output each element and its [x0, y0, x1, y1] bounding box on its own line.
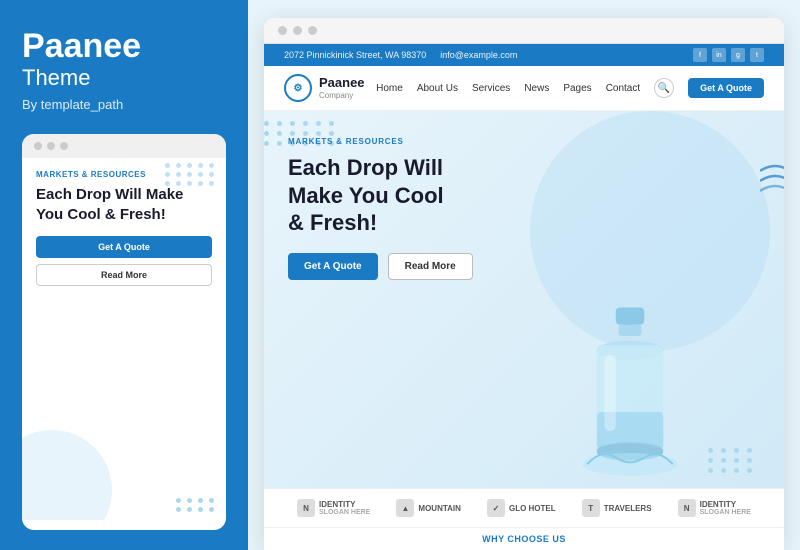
- mobile-topbar: [22, 134, 226, 158]
- topbar-address: 2072 Pinnickinick Street, WA 98370: [284, 50, 426, 60]
- hero-section: MARKETS & RESOURCES Each Drop Will Make …: [264, 111, 784, 488]
- mobile-preview-card: MARKETS & RESOURCES Each Drop Will Make …: [22, 134, 226, 530]
- dot1: [34, 142, 42, 150]
- partner-icon-3: ✓: [487, 499, 505, 517]
- nav-quote-button[interactable]: Get A Quote: [688, 78, 764, 98]
- brand-title: Paanee: [22, 28, 226, 65]
- mp-dots-bg: [165, 163, 216, 186]
- nav-home[interactable]: Home: [376, 83, 403, 94]
- partner-icon-4: T: [582, 499, 600, 517]
- logos-strip: N IDENTITYSLOGAN HERE ▲ MOUNTAIN ✓ GLO H…: [264, 488, 784, 527]
- left-panel: Paanee Theme By template_path MARKETS & …: [0, 0, 248, 550]
- partner-icon-5: N: [678, 499, 696, 517]
- right-panel: 2072 Pinnickinick Street, WA 98370 info@…: [248, 0, 800, 550]
- hero-headline-line2: Make You Cool: [288, 183, 444, 208]
- dot3: [60, 142, 68, 150]
- partner-logo-4: T TRAVELERS: [582, 499, 652, 517]
- mp-circle-decoration: [22, 430, 112, 520]
- social-in-icon[interactable]: in: [712, 48, 726, 62]
- partner-logo-2: ▲ MOUNTAIN: [396, 499, 461, 517]
- topbar-left: 2072 Pinnickinick Street, WA 98370 info@…: [284, 50, 517, 60]
- dot2: [47, 142, 55, 150]
- why-choose-section: WHY CHOOSE US: [264, 527, 784, 550]
- mp-headline: Each Drop Will Make You Cool & Fresh!: [36, 185, 212, 224]
- logo-brand-name: Paanee: [319, 76, 365, 90]
- water-bottle-image: [565, 298, 695, 488]
- hero-headline-line3: & Fresh!: [288, 210, 377, 235]
- mp-read-button[interactable]: Read More: [36, 264, 212, 286]
- mobile-body: MARKETS & RESOURCES Each Drop Will Make …: [22, 158, 226, 520]
- partner-icon-1: N: [297, 499, 315, 517]
- hero-content-left: MARKETS & RESOURCES Each Drop Will Make …: [288, 131, 500, 488]
- browser-dot1: [278, 26, 287, 35]
- topbar-email: info@example.com: [440, 50, 517, 60]
- partner-logo-1: N IDENTITYSLOGAN HERE: [297, 499, 370, 517]
- social-tw-icon[interactable]: t: [750, 48, 764, 62]
- logo-icon: ⚙: [284, 74, 312, 102]
- wave-decoration: [760, 161, 784, 206]
- hero-illustration: [500, 131, 760, 488]
- nav-about[interactable]: About Us: [417, 83, 458, 94]
- site-topbar: 2072 Pinnickinick Street, WA 98370 info@…: [264, 44, 784, 66]
- social-g-icon[interactable]: g: [731, 48, 745, 62]
- browser-dot3: [308, 26, 317, 35]
- nav-pages[interactable]: Pages: [563, 83, 591, 94]
- logo-brand-sub: Company: [319, 91, 365, 100]
- mp-dots-bottom: [176, 498, 216, 512]
- nav-news[interactable]: News: [524, 83, 549, 94]
- hero-markets-label: MARKETS & RESOURCES: [288, 137, 500, 146]
- logo-text-block: Paanee Company: [319, 76, 365, 99]
- brand-by: By template_path: [22, 97, 226, 112]
- hero-dots-bottomright: [708, 448, 755, 473]
- social-fb-icon[interactable]: f: [693, 48, 707, 62]
- hero-buttons: Get A Quote Read More: [288, 253, 500, 280]
- browser-dot2: [293, 26, 302, 35]
- nav-contact[interactable]: Contact: [606, 83, 640, 94]
- search-button[interactable]: 🔍: [654, 78, 674, 98]
- partner-icon-2: ▲: [396, 499, 414, 517]
- hero-headline-line1: Each Drop Will: [288, 155, 443, 180]
- hero-quote-button[interactable]: Get A Quote: [288, 253, 378, 280]
- brand-subtitle: Theme: [22, 65, 226, 91]
- topbar-right: f in g t: [693, 48, 764, 62]
- partner-logo-5: N IDENTITYSLOGAN HERE: [678, 499, 751, 517]
- hero-read-button[interactable]: Read More: [388, 253, 473, 280]
- site-navbar: ⚙ Paanee Company Home About Us Services …: [264, 66, 784, 111]
- browser-topbar: [264, 18, 784, 44]
- nav-links: Home About Us Services News Pages Contac…: [376, 78, 764, 98]
- nav-services[interactable]: Services: [472, 83, 510, 94]
- hero-headline: Each Drop Will Make You Cool & Fresh!: [288, 154, 500, 237]
- browser-window: 2072 Pinnickinick Street, WA 98370 info@…: [264, 18, 784, 550]
- site-logo: ⚙ Paanee Company: [284, 74, 365, 102]
- partner-logo-3: ✓ GLO HOTEL: [487, 499, 556, 517]
- mp-quote-button[interactable]: Get A Quote: [36, 236, 212, 258]
